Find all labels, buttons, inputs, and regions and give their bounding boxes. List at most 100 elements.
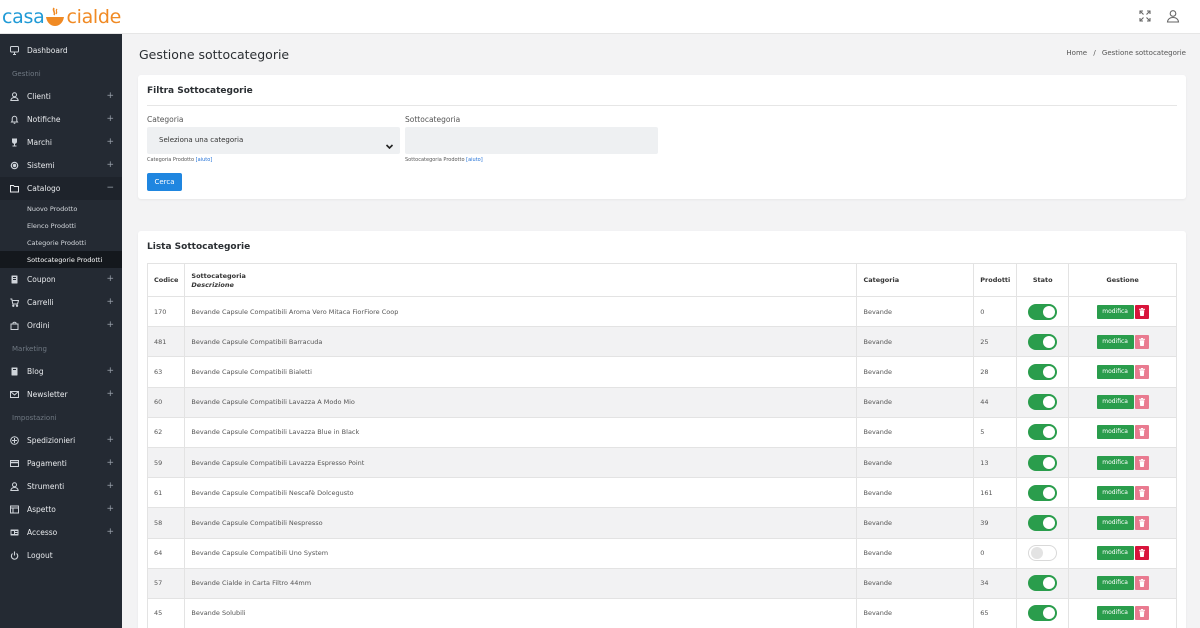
cell-products: 13 — [973, 446, 1018, 479]
sidebar-item-newsletter[interactable]: Newsletter + — [0, 383, 122, 406]
edit-button[interactable]: modifica — [1096, 395, 1134, 410]
state-toggle[interactable] — [1028, 303, 1058, 320]
trash-icon — [1138, 488, 1145, 497]
edit-button[interactable]: modifica — [1096, 364, 1134, 379]
cell-subcategory: Bevande Capsule Compatibili Barracuda — [184, 326, 858, 358]
coffee-cup-icon — [45, 6, 65, 28]
edit-button[interactable]: modifica — [1096, 304, 1134, 319]
logo[interactable]: casa cialde — [2, 5, 121, 29]
cell-products: 28 — [973, 356, 1018, 388]
category-help-link[interactable]: [aiuto] — [196, 157, 213, 163]
sidebar-item-accesso[interactable]: Accesso + — [0, 521, 122, 544]
cell-actions: modifica — [1068, 477, 1177, 509]
delete-button[interactable] — [1134, 606, 1149, 621]
expand-plus-icon: + — [106, 458, 114, 468]
state-toggle[interactable] — [1028, 424, 1058, 441]
state-toggle[interactable] — [1028, 394, 1058, 411]
delete-button[interactable] — [1134, 546, 1149, 561]
search-button[interactable]: Cerca — [147, 173, 182, 191]
sidebar-item-dashboard[interactable]: Dashboard — [0, 39, 122, 62]
state-toggle[interactable] — [1028, 575, 1058, 592]
sidebar-item-notifiche[interactable]: Notifiche + — [0, 108, 122, 131]
delete-button[interactable] — [1134, 576, 1149, 591]
delete-button[interactable] — [1134, 425, 1149, 440]
sidebar-item-clienti[interactable]: Clienti + — [0, 85, 122, 108]
sidebar-item-label: Newsletter — [27, 390, 68, 399]
state-toggle[interactable] — [1028, 454, 1058, 471]
trophy-icon — [10, 138, 19, 147]
sidebar-item-label: Ordini — [27, 321, 50, 330]
sidebar-item-sistemi[interactable]: Sistemi + — [0, 154, 122, 177]
cell-actions: modifica — [1068, 507, 1177, 539]
edit-button[interactable]: modifica — [1096, 546, 1134, 561]
sidebar-subitem-categorie-prodotti[interactable]: Categorie Prodotti — [0, 234, 122, 251]
state-toggle[interactable] — [1028, 605, 1058, 622]
cell-code: 170 — [146, 295, 186, 328]
subcategory-label: Sottocategoria — [405, 115, 461, 124]
edit-button[interactable]: modifica — [1096, 425, 1134, 440]
cell-actions: modifica — [1068, 537, 1177, 569]
cell-category: Bevande — [856, 507, 975, 539]
fullscreen-icon[interactable] — [1138, 9, 1152, 23]
cell-products: 0 — [973, 537, 1018, 569]
edit-button[interactable]: modifica — [1096, 606, 1134, 621]
edit-button[interactable]: modifica — [1096, 455, 1134, 470]
sidebar-item-catalogo[interactable]: Catalogo − — [0, 177, 122, 200]
state-toggle[interactable] — [1028, 363, 1058, 380]
state-toggle[interactable] — [1028, 545, 1058, 562]
sidebar-item-coupon[interactable]: Coupon + — [0, 268, 122, 291]
edit-button[interactable]: modifica — [1096, 515, 1134, 530]
delete-button[interactable] — [1134, 334, 1149, 349]
delete-button[interactable] — [1134, 515, 1149, 530]
col-header-actions: Gestione — [1068, 263, 1177, 297]
cell-code: 63 — [146, 356, 186, 388]
state-toggle[interactable] — [1028, 484, 1058, 501]
state-toggle[interactable] — [1028, 333, 1058, 350]
expand-plus-icon: + — [106, 160, 114, 170]
sidebar-item-spedizionieri[interactable]: Spedizionieri + — [0, 429, 122, 452]
subcategory-help-link[interactable]: [aiuto] — [466, 157, 483, 163]
delete-button[interactable] — [1134, 304, 1149, 319]
folder-icon — [10, 184, 19, 193]
sidebar-section-gestioni: Gestioni — [12, 69, 41, 78]
sidebar-item-carrelli[interactable]: Carrelli + — [0, 291, 122, 314]
subcategory-input[interactable] — [405, 127, 658, 154]
delete-button[interactable] — [1134, 364, 1149, 379]
delete-button[interactable] — [1134, 395, 1149, 410]
sidebar-item-logout[interactable]: Logout — [0, 544, 122, 567]
sidebar-item-aspetto[interactable]: Aspetto + — [0, 498, 122, 521]
cell-products: 34 — [973, 567, 1018, 599]
cell-products: 65 — [973, 597, 1018, 628]
cell-products: 161 — [973, 477, 1018, 509]
sidebar-item-marchi[interactable]: Marchi + — [0, 131, 122, 154]
state-toggle[interactable] — [1028, 514, 1058, 531]
power-icon — [10, 551, 19, 560]
table-row: 59 Bevande Capsule Compatibili Lavazza Es… — [146, 446, 1177, 479]
list-title: Lista Sottocategorie — [147, 242, 251, 252]
sidebar-subitem-elenco-prodotti[interactable]: Elenco Prodotti — [0, 217, 122, 234]
cell-subcategory: Bevande Capsule Compatibili Lavazza Blue… — [184, 416, 858, 448]
edit-button[interactable]: modifica — [1096, 576, 1134, 591]
edit-button[interactable]: modifica — [1096, 334, 1134, 349]
delete-button[interactable] — [1134, 485, 1149, 500]
cell-category: Bevande — [856, 356, 975, 388]
table-row: 61 Bevande Capsule Compatibili Nescafè Do… — [146, 477, 1177, 509]
trash-icon — [1138, 549, 1145, 558]
sidebar-subitem-sottocategorie-prodotti[interactable]: Sottocategorie Prodotti — [0, 251, 122, 268]
user-profile-icon[interactable] — [1166, 9, 1180, 23]
edit-button[interactable]: modifica — [1096, 485, 1134, 500]
sidebar-item-ordini[interactable]: Ordini + — [0, 314, 122, 337]
sidebar-item-blog[interactable]: Blog + — [0, 360, 122, 383]
category-help: Categoria Prodotto [aiuto] — [147, 157, 212, 163]
sidebar-item-label: Accesso — [27, 528, 58, 537]
sidebar-item-pagamenti[interactable]: Pagamenti + — [0, 452, 122, 475]
category-select[interactable]: Seleziona una categoria — [147, 127, 400, 154]
delete-button[interactable] — [1134, 455, 1149, 470]
sidebar-item-strumenti[interactable]: Strumenti + — [0, 475, 122, 498]
breadcrumb-home[interactable]: Home — [1066, 49, 1087, 57]
sidebar-subitem-nuovo-prodotto[interactable]: Nuovo Prodotto — [0, 200, 122, 217]
monitor-icon — [10, 46, 19, 55]
expand-plus-icon: + — [106, 91, 114, 101]
expand-plus-icon: + — [106, 114, 114, 124]
subcategory-help-text: Sottocategoria Prodotto — [405, 157, 465, 163]
